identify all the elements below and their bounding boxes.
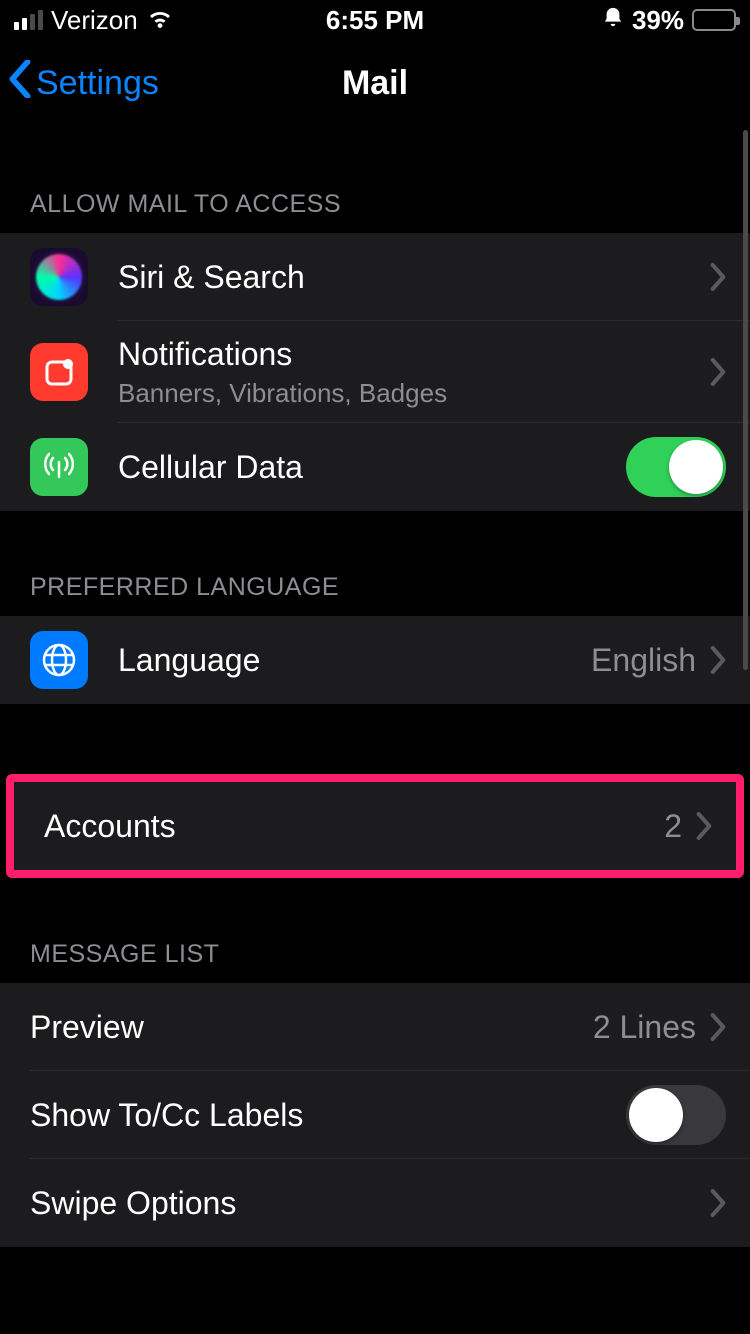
show-tocc-toggle[interactable] xyxy=(626,1085,726,1145)
content[interactable]: Allow Mail to Access Siri & Search Notif… xyxy=(0,128,750,1334)
chevron-right-icon xyxy=(710,1013,726,1041)
section-header-access: Allow Mail to Access xyxy=(0,178,750,233)
row-value: 2 Lines xyxy=(593,1009,696,1046)
group-language: Language English xyxy=(0,616,750,704)
back-button[interactable]: Settings xyxy=(8,40,159,127)
chevron-right-icon xyxy=(710,358,726,386)
carrier-label: Verizon xyxy=(51,5,138,36)
back-label: Settings xyxy=(36,64,159,103)
chevron-right-icon xyxy=(696,812,712,840)
row-cellular-data: Cellular Data xyxy=(0,423,750,511)
nav-title: Mail xyxy=(342,64,408,103)
signal-bars-icon xyxy=(14,10,43,30)
row-accounts[interactable]: Accounts 2 xyxy=(14,782,736,870)
chevron-left-icon xyxy=(8,60,32,107)
row-siri-search[interactable]: Siri & Search xyxy=(0,233,750,321)
battery-pct-label: 39% xyxy=(632,5,684,36)
group-access: Siri & Search Notifications Banners, Vib… xyxy=(0,233,750,511)
wifi-icon xyxy=(146,10,174,30)
notifications-icon xyxy=(30,343,88,401)
row-value: English xyxy=(591,642,696,679)
row-value: 2 xyxy=(664,808,682,845)
row-swipe-options[interactable]: Swipe Options xyxy=(0,1159,750,1247)
chevron-right-icon xyxy=(710,263,726,291)
row-label: Swipe Options xyxy=(30,1184,710,1222)
row-label: Notifications xyxy=(118,335,710,373)
row-preview[interactable]: Preview 2 Lines xyxy=(0,983,750,1071)
status-time: 6:55 PM xyxy=(326,5,424,36)
row-label: Accounts xyxy=(44,807,664,845)
nav-bar: Settings Mail xyxy=(0,40,750,128)
row-label: Preview xyxy=(30,1008,593,1046)
siri-icon xyxy=(30,248,88,306)
row-label: Language xyxy=(118,641,591,679)
status-left: Verizon xyxy=(14,5,174,36)
globe-icon xyxy=(30,631,88,689)
row-sublabel: Banners, Vibrations, Badges xyxy=(118,378,710,409)
cellular-toggle[interactable] xyxy=(626,437,726,497)
chevron-right-icon xyxy=(710,646,726,674)
row-language[interactable]: Language English xyxy=(0,616,750,704)
cellular-icon xyxy=(30,438,88,496)
chevron-right-icon xyxy=(710,1189,726,1217)
row-label: Siri & Search xyxy=(118,258,710,296)
alarm-icon xyxy=(602,6,624,34)
row-show-tocc: Show To/Cc Labels xyxy=(0,1071,750,1159)
status-right: 39% xyxy=(602,5,736,36)
row-label: Cellular Data xyxy=(118,448,626,486)
status-bar: Verizon 6:55 PM 39% xyxy=(0,0,750,40)
section-header-message-list: Message List xyxy=(0,928,750,983)
group-message-list: Preview 2 Lines Show To/Cc Labels Swipe … xyxy=(0,983,750,1247)
row-label: Show To/Cc Labels xyxy=(30,1096,626,1134)
battery-icon xyxy=(692,9,736,31)
highlight-accounts: Accounts 2 xyxy=(6,774,744,878)
row-notifications[interactable]: Notifications Banners, Vibrations, Badge… xyxy=(0,321,750,423)
scrollbar[interactable] xyxy=(743,130,748,670)
section-header-language: Preferred Language xyxy=(0,561,750,616)
